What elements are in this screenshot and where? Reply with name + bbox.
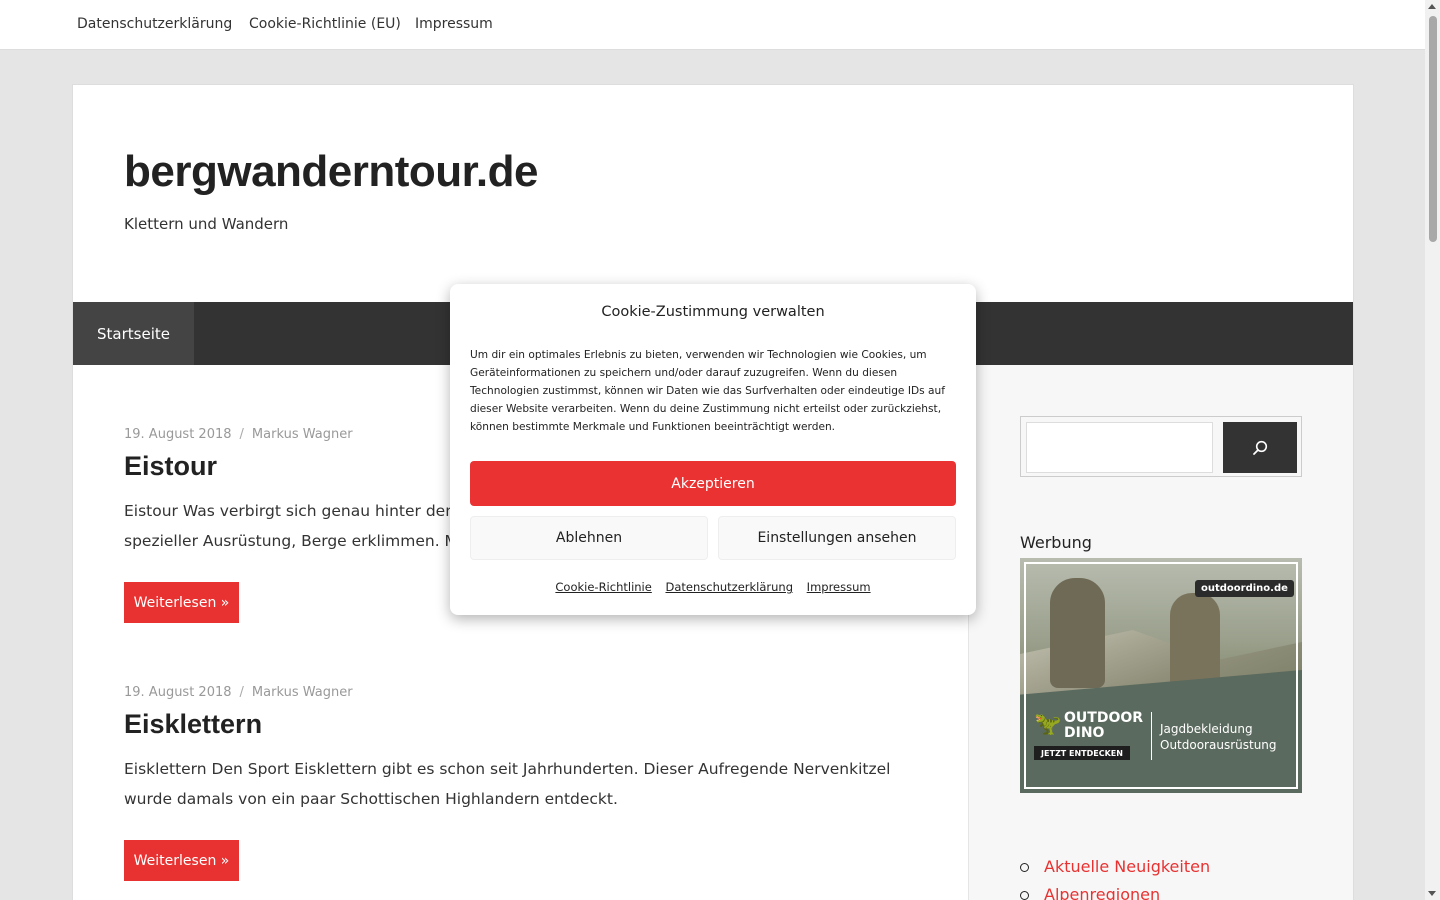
search-widget (1020, 416, 1302, 477)
post-author[interactable]: Markus Wagner (252, 427, 353, 442)
post-title[interactable]: Eistour (124, 451, 217, 482)
topnav-link-cookie-richtlinie[interactable]: Cookie-Richtlinie (EU) (249, 16, 401, 32)
cookie-policy-link[interactable]: Cookie-Richtlinie (555, 580, 651, 594)
accept-cookies-button[interactable]: Akzeptieren (470, 461, 956, 506)
ad-slogan: Jagdbekleidung Outdoorausrüstung (1160, 721, 1277, 753)
privacy-policy-link[interactable]: Datenschutzerklärung (665, 580, 793, 594)
ad-brand-line: OUTDOOR (1064, 710, 1144, 726)
ad-cta-button[interactable]: JETZT ENTDECKEN (1034, 746, 1130, 760)
topnav-link-impressum[interactable]: Impressum (415, 16, 493, 32)
post-date[interactable]: 19. August 2018 (124, 427, 232, 442)
search-icon (1253, 440, 1268, 455)
category-link[interactable]: Aktuelle Neuigkeiten (1020, 857, 1210, 885)
deny-cookies-button[interactable]: Ablehnen (470, 516, 708, 560)
post-excerpt: Eisklettern Den Sport Eisklettern gibt e… (124, 760, 891, 808)
site-description: Klettern und Wandern (124, 215, 289, 233)
search-button[interactable] (1223, 422, 1297, 473)
ad-brand-line: DINO (1064, 725, 1105, 741)
top-navigation: Datenschutzerklärung Cookie-Richtlinie (… (0, 0, 1425, 50)
cookie-dialog-links: Cookie-Richtlinie Datenschutzerklärung I… (450, 580, 976, 594)
post-author[interactable]: Markus Wagner (252, 685, 353, 700)
post-date[interactable]: 19. August 2018 (124, 685, 232, 700)
cookie-dialog-text: Um dir ein optimales Erlebnis zu bieten,… (470, 349, 945, 433)
dinosaur-logo-icon: 🦖 (1034, 712, 1062, 737)
topnav-link-datenschutz[interactable]: Datenschutzerklärung (77, 16, 232, 32)
category-link[interactable]: Alpenregionen (1020, 885, 1210, 900)
cookie-consent-dialog: Cookie-Zustimmung verwalten Um dir ein o… (450, 284, 976, 615)
nav-item-startseite[interactable]: Startseite (73, 302, 194, 365)
search-input[interactable] (1026, 422, 1213, 473)
category-list: Aktuelle Neuigkeiten Alpenregionen (1020, 857, 1210, 900)
imprint-link[interactable]: Impressum (807, 580, 871, 594)
scrollbar-thumb[interactable] (1429, 16, 1437, 242)
ad-slogan-line: Outdoorausrüstung (1160, 738, 1277, 752)
post-meta: 19. August 2018 / Markus Wagner (124, 427, 353, 442)
read-more-button[interactable]: Weiterlesen » (124, 840, 239, 881)
ad-brand: OUTDOOR DINO (1064, 711, 1143, 741)
post-meta: 19. August 2018 / Markus Wagner (124, 685, 353, 700)
site-title[interactable]: bergwanderntour.de (124, 147, 538, 197)
scroll-down-arrow-icon[interactable] (1428, 891, 1436, 896)
cookie-dialog-title: Cookie-Zustimmung verwalten (601, 304, 825, 320)
ad-slogan-line: Jagdbekleidung (1160, 722, 1253, 736)
ad-banner[interactable]: outdoordino.de 🦖 OUTDOOR DINO JETZT ENTD… (1020, 558, 1302, 793)
read-more-button[interactable]: Weiterlesen » (124, 582, 239, 623)
meta-separator: / (239, 427, 244, 442)
ad-heading: Werbung (1020, 533, 1092, 552)
post-title[interactable]: Eisklettern (124, 709, 262, 740)
vertical-scrollbar[interactable] (1425, 0, 1440, 900)
meta-separator: / (239, 685, 244, 700)
ad-divider (1151, 712, 1152, 760)
scroll-up-arrow-icon[interactable] (1428, 4, 1436, 9)
view-settings-button[interactable]: Einstellungen ansehen (718, 516, 956, 560)
